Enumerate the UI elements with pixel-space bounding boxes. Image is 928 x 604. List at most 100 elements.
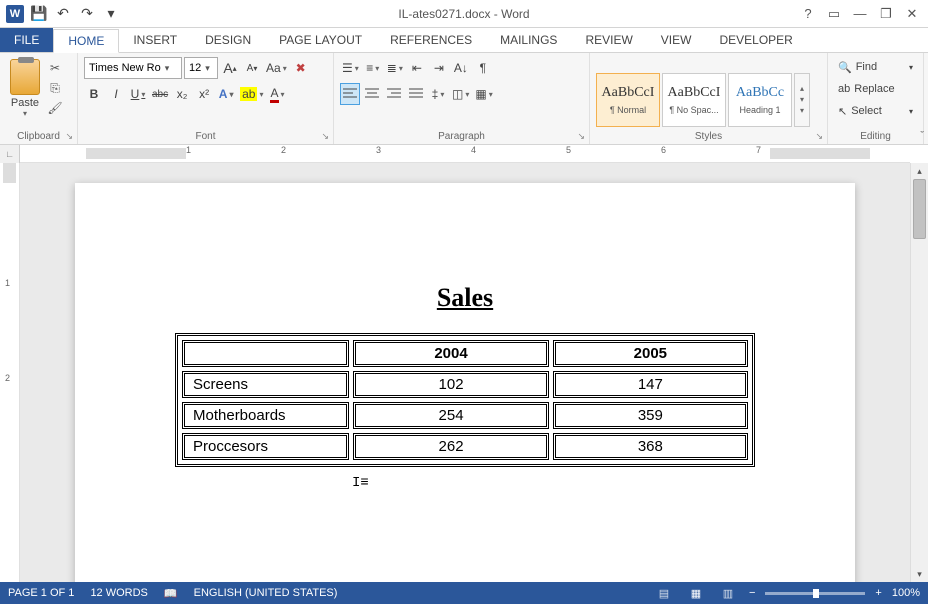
borders-button[interactable]: ▦ [473, 83, 494, 105]
show-marks-button[interactable]: ¶ [473, 57, 493, 79]
tab-view[interactable]: VIEW [647, 28, 706, 52]
table-row[interactable]: Screens 102 147 [182, 371, 748, 398]
change-case-button[interactable]: Aa [264, 57, 289, 79]
tab-developer[interactable]: DEVELOPER [705, 28, 806, 52]
table-row[interactable]: Proccesors 262 368 [182, 433, 748, 460]
paste-button[interactable]: Paste ▾ [6, 57, 44, 118]
web-layout-icon[interactable]: ▥ [717, 585, 739, 601]
table-cell[interactable]: Motherboards [182, 402, 349, 429]
customize-qat-icon[interactable]: ▾ [100, 3, 122, 25]
copy-icon[interactable]: ⎘ [46, 79, 64, 97]
scroll-down-icon[interactable]: ▾ [911, 566, 928, 582]
font-color-button[interactable]: A [268, 83, 288, 105]
status-words[interactable]: 12 WORDS [90, 587, 147, 599]
shrink-font-button[interactable]: A▾ [242, 57, 262, 79]
strikethrough-button[interactable]: abc [150, 83, 170, 105]
table-cell[interactable]: Proccesors [182, 433, 349, 460]
table-header[interactable] [182, 340, 349, 367]
table-cell[interactable]: Screens [182, 371, 349, 398]
table-row[interactable]: Motherboards 254 359 [182, 402, 748, 429]
zoom-in-button[interactable]: + [875, 587, 881, 599]
page[interactable]: Sales 2004 2005 Screens 102 147 Motherbo… [75, 183, 855, 582]
sales-table[interactable]: 2004 2005 Screens 102 147 Motherboards 2… [175, 333, 755, 467]
print-layout-icon[interactable]: ▦ [685, 585, 707, 601]
style-heading1[interactable]: AaBbCc Heading 1 [728, 73, 792, 127]
tab-insert[interactable]: INSERT [119, 28, 191, 52]
style-no-spacing[interactable]: AaBbCcI ¶ No Spac... [662, 73, 726, 127]
tab-references[interactable]: REFERENCES [376, 28, 486, 52]
align-center-button[interactable] [362, 83, 382, 105]
minimize-icon[interactable]: — [848, 4, 872, 24]
font-name-combo[interactable]: Times New Ro [84, 57, 182, 79]
numbering-button[interactable]: ≡ [363, 57, 383, 79]
zoom-slider[interactable] [765, 592, 865, 595]
table-header[interactable]: 2005 [553, 340, 748, 367]
justify-button[interactable] [406, 83, 426, 105]
clear-formatting-button[interactable]: ✖ [291, 57, 311, 79]
table-cell[interactable]: 368 [553, 433, 748, 460]
zoom-level[interactable]: 100% [892, 587, 920, 599]
table-cell[interactable]: 147 [553, 371, 748, 398]
save-icon[interactable]: 💾 [28, 3, 50, 25]
styles-more-button[interactable]: ▴▾▾ [794, 73, 810, 127]
table-row[interactable]: 2004 2005 [182, 340, 748, 367]
table-cell[interactable]: 102 [353, 371, 548, 398]
document-heading[interactable]: Sales [175, 283, 755, 313]
multilevel-button[interactable]: ≣ [385, 57, 405, 79]
bold-button[interactable]: B [84, 83, 104, 105]
table-cell[interactable]: 254 [353, 402, 548, 429]
find-button[interactable]: 🔍Find▾ [834, 57, 917, 77]
status-language[interactable]: ENGLISH (UNITED STATES) [194, 587, 338, 599]
redo-icon[interactable]: ↷ [76, 3, 98, 25]
subscript-button[interactable]: x₂ [172, 83, 192, 105]
cut-icon[interactable]: ✂ [46, 59, 64, 77]
vertical-scrollbar[interactable]: ▴ ▾ [910, 163, 928, 582]
shading-button[interactable]: ◫ [450, 83, 471, 105]
font-size-combo[interactable]: 12 [184, 57, 218, 79]
tab-file[interactable]: FILE [0, 28, 53, 52]
styles-dialog-icon[interactable]: ↘ [815, 131, 823, 142]
style-normal[interactable]: AaBbCcI ¶ Normal [596, 73, 660, 127]
zoom-out-button[interactable]: − [749, 587, 755, 599]
document-area[interactable]: Sales 2004 2005 Screens 102 147 Motherbo… [20, 163, 910, 582]
collapse-ribbon-icon[interactable]: ˇ [920, 130, 924, 142]
align-left-button[interactable] [340, 83, 360, 105]
line-spacing-button[interactable]: ‡ [428, 83, 448, 105]
clipboard-dialog-icon[interactable]: ↘ [65, 131, 73, 142]
vertical-ruler[interactable]: 1 2 [0, 163, 20, 582]
status-proofing-icon[interactable]: 📖 [164, 587, 178, 600]
undo-icon[interactable]: ↶ [52, 3, 74, 25]
italic-button[interactable]: I [106, 83, 126, 105]
ribbon-options-icon[interactable]: ▭ [822, 4, 846, 24]
grow-font-button[interactable]: A▴ [220, 57, 240, 79]
read-mode-icon[interactable]: ▤ [653, 585, 675, 601]
close-icon[interactable]: ✕ [900, 4, 924, 24]
sort-button[interactable]: A↓ [451, 57, 471, 79]
bullets-button[interactable]: ☰ [340, 57, 361, 79]
scroll-up-icon[interactable]: ▴ [911, 163, 928, 179]
text-effects-button[interactable]: A [216, 83, 236, 105]
tab-review[interactable]: REVIEW [571, 28, 646, 52]
table-header[interactable]: 2004 [353, 340, 548, 367]
format-painter-icon[interactable]: 🖌 [46, 99, 64, 117]
tab-mailings[interactable]: MAILINGS [486, 28, 571, 52]
table-cell[interactable]: 262 [353, 433, 548, 460]
status-page[interactable]: PAGE 1 OF 1 [8, 587, 74, 599]
highlight-button[interactable]: ab [238, 83, 265, 105]
decrease-indent-button[interactable]: ⇤ [407, 57, 427, 79]
horizontal-ruler[interactable]: ∟ 1 2 3 4 5 6 7 [0, 145, 928, 163]
superscript-button[interactable]: x² [194, 83, 214, 105]
restore-icon[interactable]: ❐ [874, 4, 898, 24]
align-right-button[interactable] [384, 83, 404, 105]
increase-indent-button[interactable]: ⇥ [429, 57, 449, 79]
paragraph-dialog-icon[interactable]: ↘ [577, 131, 585, 142]
tab-design[interactable]: DESIGN [191, 28, 265, 52]
select-button[interactable]: ↖Select▾ [834, 101, 917, 121]
font-dialog-icon[interactable]: ↘ [321, 131, 329, 142]
underline-button[interactable]: U [128, 83, 148, 105]
table-cell[interactable]: 359 [553, 402, 748, 429]
tab-home[interactable]: HOME [53, 29, 119, 53]
scroll-thumb[interactable] [913, 179, 926, 239]
tab-page-layout[interactable]: PAGE LAYOUT [265, 28, 376, 52]
help-icon[interactable]: ? [796, 4, 820, 24]
